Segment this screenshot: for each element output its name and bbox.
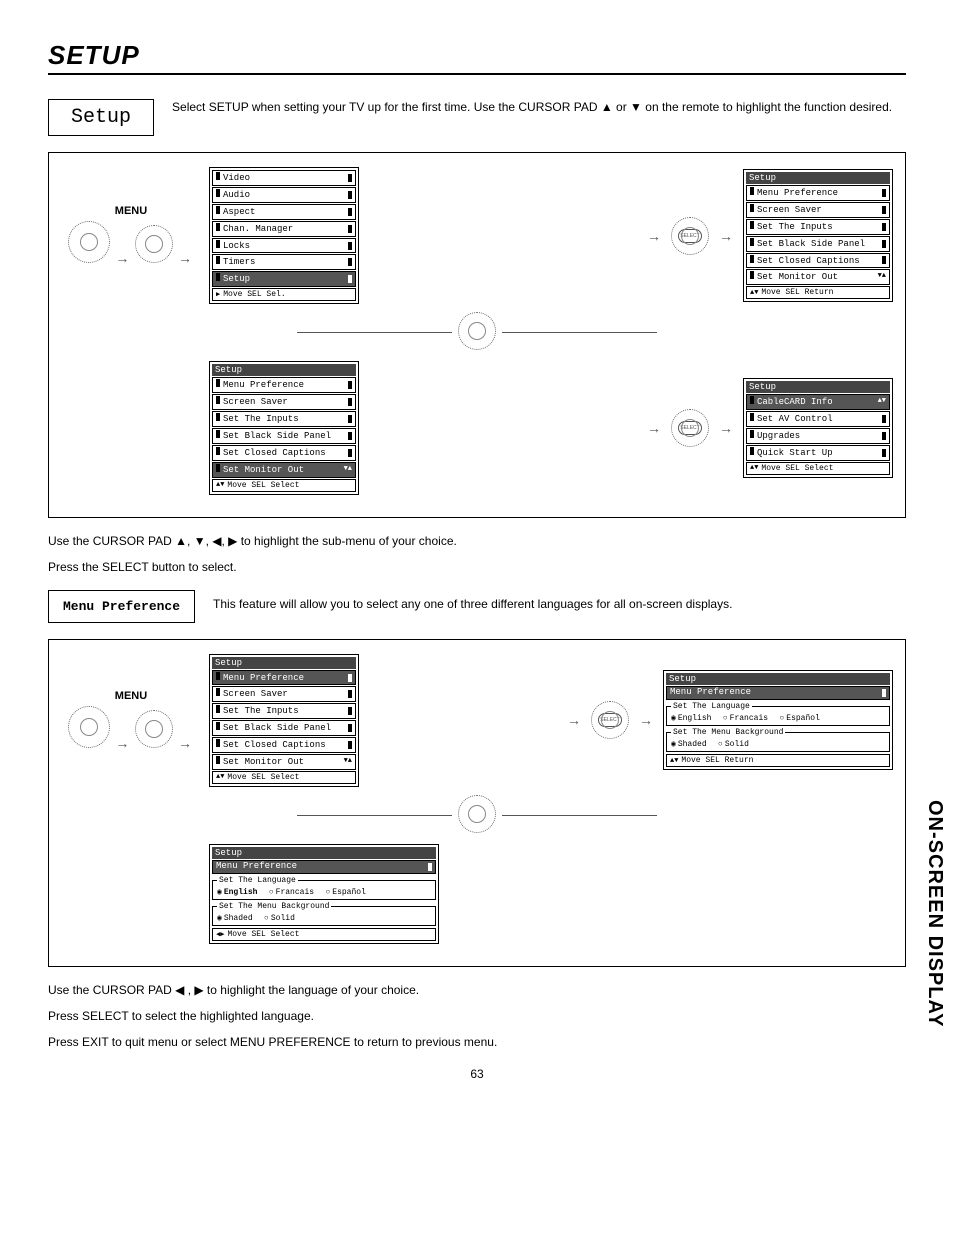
arrow-right-icon: → [719,420,733,436]
arrow-right-icon: → [567,712,581,728]
bg-solid: Solid [264,914,295,923]
osd-setup-menu-1: Setup Menu Preference Screen Saver Set T… [743,169,893,302]
cursor-pad-down-icon [458,312,496,350]
diagram-zone-2: MENU → → Setup Menu Preference Screen Sa… [48,639,906,967]
menu-label: MENU [61,690,201,702]
arrow-right-icon: → [639,712,653,728]
arrow-right-icon: → [647,420,661,436]
select-button-icon: SELECT [598,713,622,727]
select-button-icon: SELECT [678,229,702,243]
bg-solid: Solid [718,740,749,749]
diagram-zone-1: MENU → → Video Audio Aspect Chan. Manage… [48,152,906,518]
menu-pref-header: Menu Preference This feature will allow … [48,590,906,623]
arrow-right-icon: → [178,735,192,751]
lang-english-selected: English [217,887,257,897]
page-title: SETUP [48,40,906,75]
osd-language-menu-selected: Setup Menu Preference Set The Language E… [209,844,439,944]
cursor-pad-icon: SELECT [591,701,629,739]
setup-description: Select SETUP when setting your TV up for… [172,99,906,116]
menu-label: MENU [61,205,201,217]
side-tab-label: ON-SCREEN DISPLAY [923,800,946,1027]
arrow-right-icon: → [115,735,129,751]
cursor-pad-icon [68,221,110,263]
lang-espanol: Español [779,714,819,723]
osd-main-menu: Video Audio Aspect Chan. Manager Locks T… [209,167,359,304]
end-instruction-2: Press SELECT to select the highlighted l… [48,1007,906,1025]
osd-pref-menu-1: Setup Menu Preference Screen Saver Set T… [209,654,359,787]
arrow-right-icon: → [115,250,129,266]
lang-english: English [671,713,711,723]
arrow-right-icon: → [178,250,192,266]
cursor-pad-icon [135,710,173,748]
cursor-pad-icon: SELECT [671,409,709,447]
lang-francais: Francais [723,714,768,723]
arrow-right-icon: → [647,228,661,244]
arrow-right-icon: → [719,228,733,244]
select-button-icon: SELECT [678,421,702,435]
cursor-instruction-1: Use the CURSOR PAD ▲, ▼, ◀, ▶ to highlig… [48,532,906,550]
menu-preference-label-box: Menu Preference [48,590,195,623]
lang-espanol: Español [325,888,365,897]
bg-shaded: Shaded [671,739,707,749]
cursor-pad-icon [135,225,173,263]
setup-section-header: Setup Select SETUP when setting your TV … [48,99,906,136]
menu-preference-description: This feature will allow you to select an… [213,590,906,613]
lang-francais: Francais [269,888,314,897]
page-number: 63 [48,1067,906,1081]
cursor-pad-down-icon [458,795,496,833]
osd-language-menu: Setup Menu Preference Set The Language E… [663,670,893,770]
select-instruction: Press the SELECT button to select. [48,558,906,576]
cursor-pad-icon: SELECT [671,217,709,255]
end-instruction-3: Press EXIT to quit menu or select MENU P… [48,1033,906,1051]
cursor-pad-icon [68,706,110,748]
end-instruction-1: Use the CURSOR PAD ◀ , ▶ to highlight th… [48,981,906,999]
osd-setup-menu-2: Setup Menu Preference Screen Saver Set T… [209,361,359,494]
setup-label-box: Setup [48,99,154,136]
osd-setup-menu-3: Setup CableCARD Info▲▼ Set AV Control Up… [743,378,893,478]
bg-shaded: Shaded [217,913,253,923]
